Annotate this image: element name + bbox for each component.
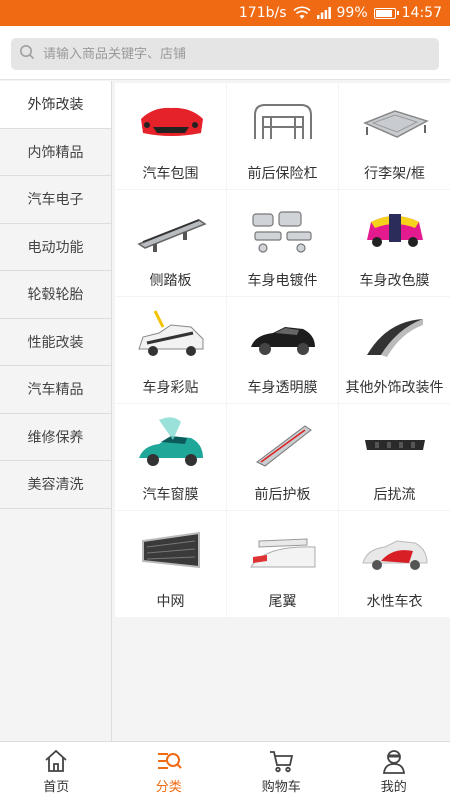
sidebar-item-label: 维修保养 <box>27 429 84 446</box>
product-category-card[interactable]: 车身彩贴 <box>115 297 226 403</box>
nav-item[interactable]: 购物车 <box>225 742 338 800</box>
clock: 14:57 <box>401 5 442 21</box>
search-input[interactable] <box>43 46 423 62</box>
product-category-label: 车身电镀件 <box>247 273 318 289</box>
nav-item[interactable]: 分类 <box>113 742 226 800</box>
product-category-label: 前后护板 <box>254 487 311 503</box>
product-category-card[interactable]: 侧踏板 <box>115 190 226 296</box>
bottom-nav: 首页 分类 购物车 我的 <box>0 741 450 800</box>
product-category-card[interactable]: 车身改色膜 <box>339 190 450 296</box>
sidebar-item[interactable]: 电动功能 <box>0 224 111 271</box>
category-sidebar: 外饰改装内饰精品汽车电子电动功能轮毂轮胎性能改装汽车精品维修保养美容清洗 <box>0 81 112 741</box>
product-category-card[interactable]: 水性车衣 <box>339 511 450 617</box>
product-category-card[interactable]: 尾翼 <box>227 511 338 617</box>
black-sportscar-icon <box>245 307 321 367</box>
sidebar-item[interactable]: 美容清洗 <box>0 461 111 509</box>
sidebar-item-label: 电动功能 <box>27 239 84 256</box>
product-category-label: 水性车衣 <box>366 594 423 610</box>
product-category-card[interactable]: 行李架/框 <box>339 83 450 189</box>
color-wrap-car-icon <box>357 200 433 260</box>
sidebar-item[interactable]: 汽车电子 <box>0 176 111 224</box>
product-category-card[interactable]: 前后保险杠 <box>227 83 338 189</box>
nav-item-label: 购物车 <box>261 779 301 795</box>
window-film-car-icon <box>133 414 209 474</box>
product-category-label: 其他外饰改装件 <box>345 380 444 396</box>
profile-icon <box>381 748 407 774</box>
product-category-label: 汽车包围 <box>142 166 199 182</box>
trim-strip-icon <box>357 307 433 367</box>
product-category-label: 侧踏板 <box>149 273 192 289</box>
nav-item-label: 分类 <box>155 779 182 795</box>
product-category-label: 尾翼 <box>268 594 297 610</box>
status-bar: 171b/s 99% 14:57 <box>0 0 450 26</box>
product-category-label: 车身彩贴 <box>142 380 199 396</box>
home-icon <box>43 748 69 774</box>
product-category-card[interactable]: 汽车窗膜 <box>115 404 226 510</box>
car-cover-icon <box>357 521 433 581</box>
sidebar-item[interactable]: 外饰改装 <box>0 81 111 129</box>
product-category-card[interactable]: 前后护板 <box>227 404 338 510</box>
roof-rack-icon <box>357 93 433 153</box>
sidebar-item-label: 汽车电子 <box>27 192 84 209</box>
category-icon <box>156 748 182 774</box>
sidebar-item-label: 轮毂轮胎 <box>27 287 84 304</box>
product-grid: 汽车包围 前后保险杠 行李架/框侧踏板 车身电镀件 车身改色膜车身彩贴 车身透明膜 其他外饰… <box>115 83 450 617</box>
sidebar-item[interactable]: 轮毂轮胎 <box>0 271 111 319</box>
nav-item-label: 首页 <box>43 779 70 795</box>
front-grille-icon <box>133 521 209 581</box>
car-decal-icon <box>133 307 209 367</box>
signal-icon <box>316 7 331 19</box>
product-category-label: 前后保险杠 <box>247 166 318 182</box>
search-area <box>0 26 450 80</box>
search-box[interactable] <box>11 38 439 70</box>
nav-item[interactable]: 首页 <box>0 742 113 800</box>
sidebar-item-label: 内饰精品 <box>27 144 84 161</box>
rear-diffuser-icon <box>357 414 433 474</box>
battery-percent: 99% <box>336 5 368 21</box>
search-icon <box>19 44 35 64</box>
product-category-label: 中网 <box>156 594 185 610</box>
product-category-label: 车身改色膜 <box>359 273 430 289</box>
rear-wing-icon <box>245 521 321 581</box>
product-category-card[interactable]: 车身电镀件 <box>227 190 338 296</box>
guard-plate-icon <box>245 414 321 474</box>
bull-bar-icon <box>245 93 321 153</box>
wifi-icon <box>292 6 311 20</box>
cart-icon <box>268 748 294 774</box>
sidebar-item-label: 汽车精品 <box>27 382 84 399</box>
sidebar-item[interactable]: 性能改装 <box>0 319 111 366</box>
nav-item[interactable]: 我的 <box>338 742 450 800</box>
product-category-label: 汽车窗膜 <box>142 487 199 503</box>
product-category-label: 行李架/框 <box>364 166 425 182</box>
network-speed: 171b/s <box>238 5 287 21</box>
sidebar-item[interactable]: 内饰精品 <box>0 129 111 176</box>
product-category-card[interactable]: 其他外饰改装件 <box>339 297 450 403</box>
nav-item-label: 我的 <box>380 779 407 795</box>
sidebar-item[interactable]: 汽车精品 <box>0 366 111 414</box>
battery-icon <box>373 7 399 19</box>
product-category-card[interactable]: 后扰流 <box>339 404 450 510</box>
product-category-label: 车身透明膜 <box>247 380 318 396</box>
sidebar-item[interactable]: 维修保养 <box>0 414 111 461</box>
sidebar-item-label: 性能改装 <box>27 334 84 351</box>
red-bumper-icon <box>133 93 209 153</box>
chrome-parts-icon <box>245 200 321 260</box>
product-category-card[interactable]: 中网 <box>115 511 226 617</box>
product-category-card[interactable]: 汽车包围 <box>115 83 226 189</box>
sidebar-item-label: 美容清洗 <box>27 477 84 494</box>
sidebar-item-label: 外饰改装 <box>27 97 84 114</box>
product-category-card[interactable]: 车身透明膜 <box>227 297 338 403</box>
product-category-label: 后扰流 <box>373 487 416 503</box>
side-step-icon <box>133 200 209 260</box>
